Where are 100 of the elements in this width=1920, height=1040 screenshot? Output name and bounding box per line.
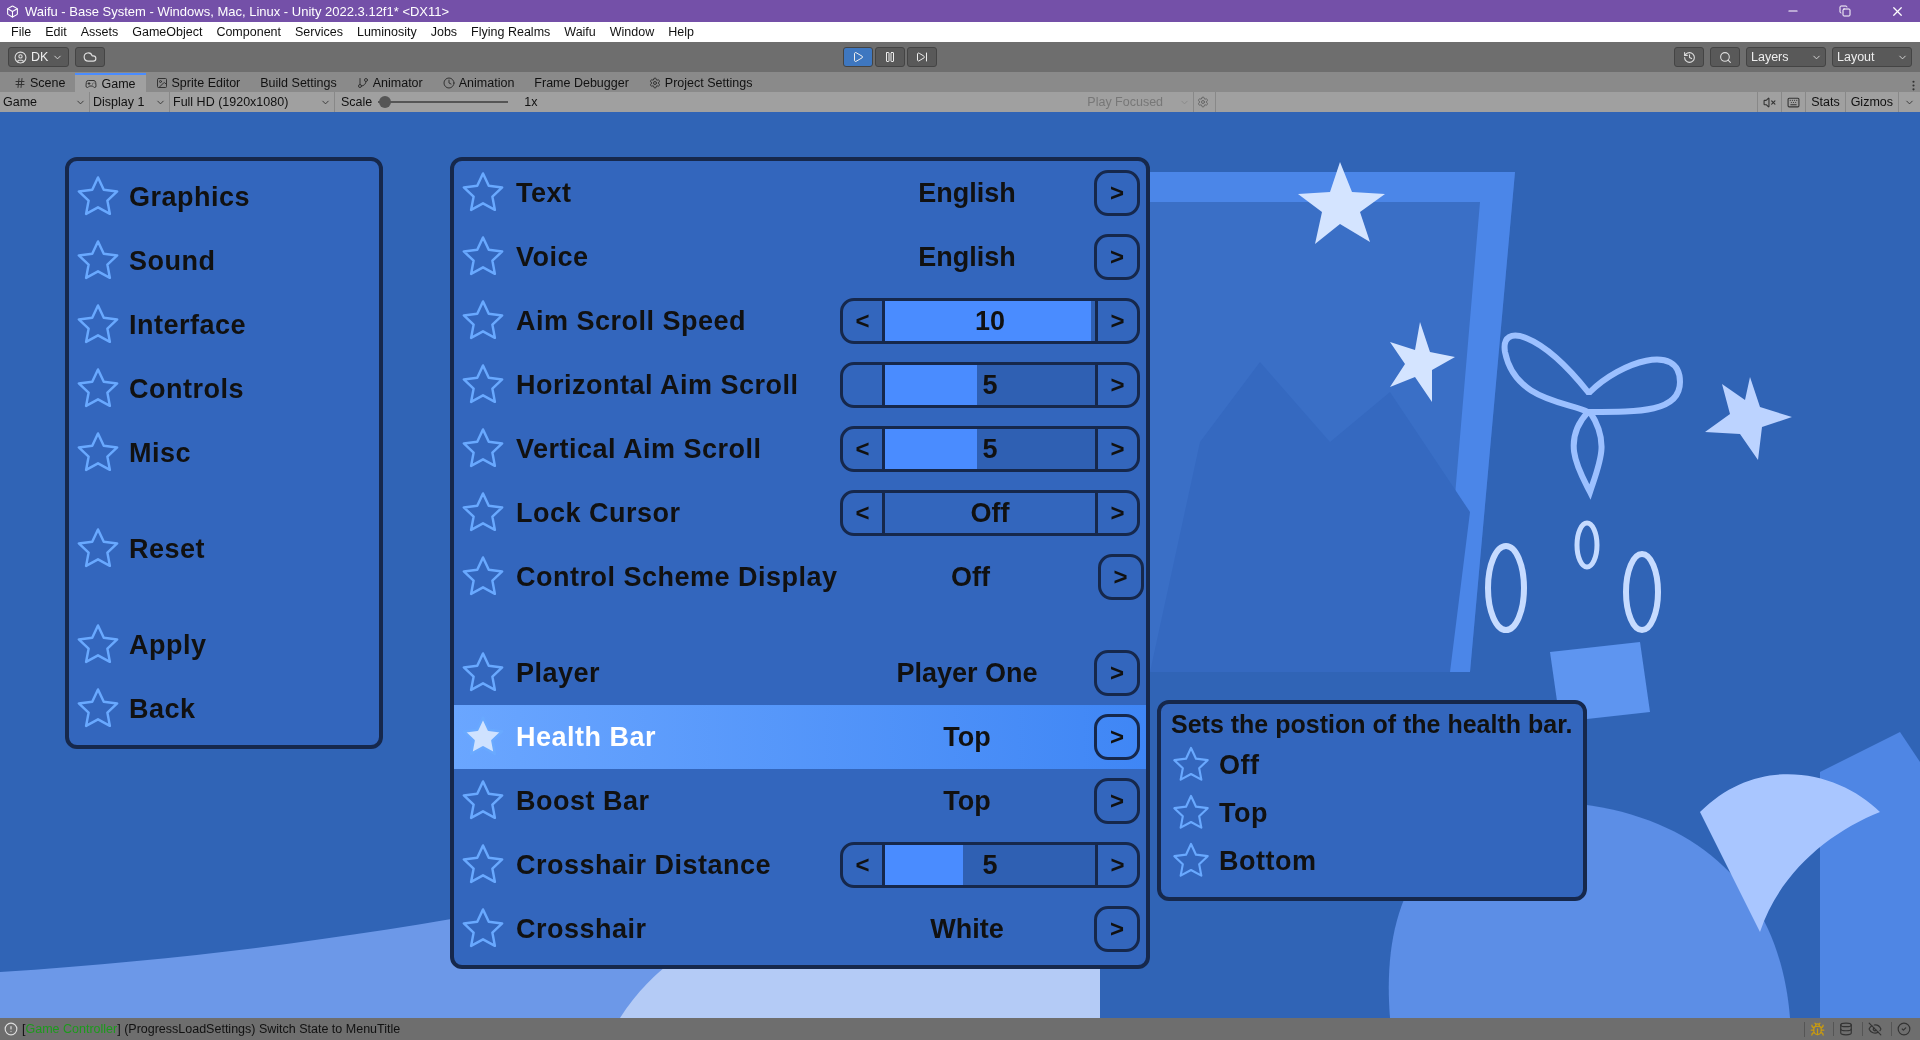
next-button[interactable]: > <box>1094 778 1140 824</box>
setting-label: Vertical Aim Scroll <box>516 433 763 465</box>
menu-item[interactable]: Edit <box>38 25 74 39</box>
pause-button[interactable] <box>874 47 905 67</box>
keyboard-icon <box>1787 95 1801 109</box>
next-button[interactable]: > <box>1094 234 1140 280</box>
category-item[interactable]: Graphics <box>69 165 379 229</box>
editor-tab[interactable]: Animator <box>346 73 433 92</box>
editor-tab[interactable]: Animation <box>432 73 525 92</box>
play-icon <box>851 51 864 63</box>
menu-item[interactable]: Flying Realms <box>464 25 558 39</box>
check-icon[interactable] <box>1897 1022 1911 1036</box>
menu-item[interactable]: Luminosity <box>349 25 424 39</box>
restore-icon <box>1839 5 1851 17</box>
next-button[interactable]: > <box>1097 554 1144 600</box>
history-button[interactable] <box>1674 47 1704 67</box>
editor-tab[interactable]: Game <box>75 73 146 92</box>
next-button[interactable]: > <box>1094 170 1140 216</box>
next-button[interactable]: > <box>1094 650 1140 696</box>
search-icon <box>1718 50 1732 64</box>
menu-item[interactable]: Component <box>209 25 288 39</box>
next-button[interactable]: > <box>1094 714 1140 760</box>
bug-icon[interactable] <box>1809 1021 1825 1037</box>
category-item[interactable]: Misc <box>69 421 379 485</box>
setting-label: Player <box>516 657 602 689</box>
setting-value: 10 <box>974 305 1005 337</box>
option-item[interactable]: Bottom <box>1171 837 1573 885</box>
menu-item[interactable]: Services <box>288 25 350 39</box>
category-item[interactable]: Apply <box>69 613 379 677</box>
setting-row[interactable]: Crosshair Distance < 5 > <box>454 833 1146 897</box>
menu-item[interactable]: Help <box>661 25 701 39</box>
next-button[interactable]: > <box>1094 906 1140 952</box>
cloud-button[interactable] <box>75 47 106 67</box>
next-button[interactable]: > <box>1095 301 1137 341</box>
value-stepper[interactable]: < 5 > <box>840 842 1140 888</box>
setting-row[interactable]: Crosshair White > <box>454 897 1146 961</box>
setting-label: Text <box>516 177 573 209</box>
value-stepper[interactable]: < 10 > <box>840 298 1140 344</box>
setting-label: Horizontal Aim Scroll <box>516 369 800 401</box>
menu-item[interactable]: Waifu <box>557 25 603 39</box>
option-item[interactable]: Off <box>1171 741 1573 789</box>
account-button[interactable]: DK <box>8 47 70 67</box>
next-button[interactable]: > <box>1095 365 1137 405</box>
editor-tab[interactable]: Sprite Editor <box>145 73 251 92</box>
menu-item[interactable]: GameObject <box>125 25 210 39</box>
option-item[interactable]: Top <box>1171 789 1573 837</box>
menu-item[interactable]: Window <box>602 25 662 39</box>
category-item[interactable]: Reset <box>69 517 379 581</box>
branch-icon <box>356 76 369 89</box>
setting-row[interactable]: Lock Cursor < Off > <box>454 481 1146 545</box>
step-button[interactable] <box>906 47 937 67</box>
editor-tab[interactable]: Frame Debugger <box>524 73 639 92</box>
setting-row[interactable]: Health Bar Top > <box>454 705 1146 769</box>
clock-icon <box>442 76 455 89</box>
setting-label: Crosshair Distance <box>516 849 773 881</box>
history-icon <box>1682 50 1696 64</box>
value-stepper[interactable]: 5 > <box>840 362 1140 408</box>
setting-row[interactable]: Player Player One > <box>454 641 1146 705</box>
scale-label: Scale <box>340 95 374 109</box>
next-button[interactable]: > <box>1095 845 1137 885</box>
eye-off-icon[interactable] <box>1868 1022 1882 1036</box>
layers-dropdown[interactable]: Layers <box>1746 47 1826 67</box>
search-button[interactable] <box>1710 47 1740 67</box>
database-icon[interactable] <box>1839 1022 1853 1036</box>
setting-label: Crosshair <box>516 913 648 945</box>
menu-item[interactable]: Assets <box>73 25 126 39</box>
setting-row[interactable]: Voice English > <box>454 225 1146 289</box>
editor-tab[interactable]: Build Settings <box>250 73 347 92</box>
value-stepper[interactable]: < 5 > <box>840 426 1140 472</box>
slider-thumb[interactable] <box>378 96 391 108</box>
value-stepper[interactable]: < Off > <box>840 490 1140 536</box>
setting-label: Lock Cursor <box>516 497 682 529</box>
setting-row[interactable]: Vertical Aim Scroll < 5 > <box>454 417 1146 481</box>
menu-item[interactable]: File <box>4 25 39 39</box>
setting-row[interactable]: Control Scheme Display Off > <box>454 545 1146 609</box>
setting-row[interactable]: Boost Bar Top > <box>454 769 1146 833</box>
setting-value: English <box>918 177 1016 209</box>
next-button[interactable]: > <box>1095 493 1137 533</box>
image-icon <box>155 76 168 89</box>
setting-row[interactable]: Aim Scroll Speed < 10 > <box>454 289 1146 353</box>
menu-item[interactable]: Jobs <box>423 25 465 39</box>
editor-tab[interactable]: Project Settings <box>638 73 763 92</box>
editor-tab[interactable]: Scene <box>4 73 76 92</box>
pause-icon <box>883 51 896 63</box>
play-button[interactable] <box>842 47 873 67</box>
layout-dropdown[interactable]: Layout <box>1832 47 1912 67</box>
category-item[interactable]: Sound <box>69 229 379 293</box>
setting-label: Voice <box>516 241 590 273</box>
category-item[interactable]: Back <box>69 677 379 741</box>
category-item[interactable]: Controls <box>69 357 379 421</box>
setting-value: Off <box>970 497 1010 529</box>
user-icon <box>14 50 27 64</box>
previous-button[interactable]: < <box>843 493 885 533</box>
view-dropdown[interactable]: Game <box>0 92 90 112</box>
setting-row[interactable]: Horizontal Aim Scroll 5 > <box>454 353 1146 417</box>
setting-row[interactable]: Text English > <box>454 161 1146 225</box>
setting-value: 5 <box>982 849 998 881</box>
next-button[interactable]: > <box>1095 429 1137 469</box>
category-item[interactable]: Interface <box>69 293 379 357</box>
setting-label: Aim Scroll Speed <box>516 305 748 337</box>
